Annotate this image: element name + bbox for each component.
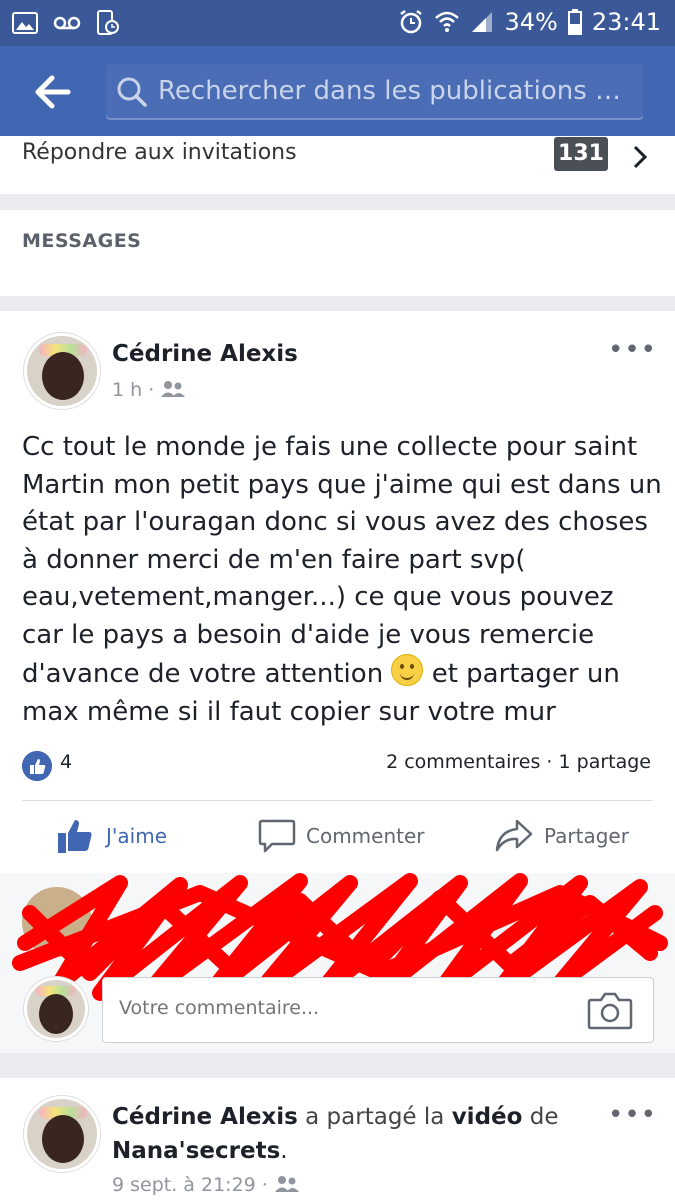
image-icon	[12, 12, 38, 34]
comment-button[interactable]: Commenter	[258, 811, 425, 861]
shared-action-text: a partagé la	[297, 1104, 452, 1130]
comment-input[interactable]	[102, 977, 654, 1043]
avatar[interactable]	[24, 1096, 100, 1172]
shared-post-time-text: 9 sept. à 21:29	[112, 1174, 256, 1196]
clock: 23:41	[591, 8, 661, 36]
shared-page-name[interactable]: Nana'secrets	[112, 1138, 280, 1164]
comments-section	[0, 873, 675, 1053]
post-card: Cédrine Alexis 1 h · ••• Cc tout le mond…	[0, 311, 675, 873]
notification-icons	[12, 10, 120, 36]
messages-header: MESSAGES	[22, 230, 142, 252]
search-placeholder: Rechercher dans les publications de...	[158, 76, 633, 106]
phone-clock-icon	[97, 10, 119, 35]
voicemail-icon	[53, 16, 81, 30]
shared-post-card: Cédrine Alexis a partagé la vidéo de Nan…	[0, 1078, 675, 1200]
signal-icon	[472, 12, 493, 32]
comment-count[interactable]: 2 commentaires	[386, 751, 540, 773]
chevron-right-icon[interactable]	[632, 144, 648, 170]
back-arrow-icon[interactable]	[32, 74, 72, 110]
search-input[interactable]: Rechercher dans les publications de...	[106, 64, 643, 120]
alarm-icon	[400, 10, 423, 34]
invitations-label: Répondre aux invitations	[22, 140, 297, 165]
invitations-row[interactable]: Répondre aux invitations 131	[0, 136, 675, 194]
system-icons: 34% 23:41	[398, 8, 661, 36]
share-arrow-icon	[495, 819, 533, 852]
camera-icon[interactable]	[587, 990, 633, 1030]
post-time: 1 h ·	[112, 379, 186, 401]
shared-post-author[interactable]: Cédrine Alexis	[112, 1104, 298, 1130]
post-text-main: Cc tout le monde je fais une collecte po…	[22, 432, 662, 689]
like-button[interactable]: J'aime	[56, 811, 167, 861]
share-label: Partager	[544, 824, 629, 848]
share-button[interactable]: Partager	[494, 811, 629, 861]
messages-section: MESSAGES	[0, 210, 675, 296]
status-bar: 34% 23:41	[0, 0, 675, 46]
comment-bubble-icon	[258, 819, 296, 853]
smiley-emoji-icon	[391, 654, 424, 686]
comment-field[interactable]	[117, 996, 561, 1020]
search-header: Rechercher dans les publications de...	[0, 46, 675, 136]
friends-audience-icon	[274, 1176, 299, 1192]
shared-of-text: de	[522, 1104, 559, 1130]
share-count[interactable]: 1 partage	[559, 751, 652, 773]
shared-post-header: Cédrine Alexis a partagé la vidéo de Nan…	[112, 1104, 559, 1164]
shared-object[interactable]: vidéo	[452, 1104, 523, 1130]
post-text: Cc tout le monde je fais une collecte po…	[22, 429, 662, 731]
invitations-count-badge: 131	[554, 137, 608, 171]
like-label: J'aime	[106, 824, 167, 848]
more-options-icon[interactable]: •••	[608, 335, 657, 365]
search-icon	[117, 77, 147, 107]
battery-percent: 34%	[504, 8, 558, 36]
like-count[interactable]: 4	[60, 751, 72, 773]
more-options-icon[interactable]: •••	[608, 1100, 657, 1130]
wifi-icon	[435, 11, 460, 32]
post-stats[interactable]: 2 commentaires · 1 partage	[386, 751, 651, 773]
avatar[interactable]	[24, 333, 100, 409]
post-time-text: 1 h	[112, 379, 143, 401]
divider	[22, 800, 653, 801]
my-avatar	[24, 977, 88, 1041]
like-reaction-icon[interactable]	[22, 751, 52, 781]
friends-audience-icon	[161, 381, 186, 397]
battery-icon	[567, 9, 582, 35]
thumbs-up-icon	[58, 820, 92, 853]
post-author[interactable]: Cédrine Alexis	[112, 341, 298, 367]
comment-label: Commenter	[306, 824, 425, 848]
shared-post-time: 9 sept. à 21:29 ·	[112, 1174, 300, 1196]
